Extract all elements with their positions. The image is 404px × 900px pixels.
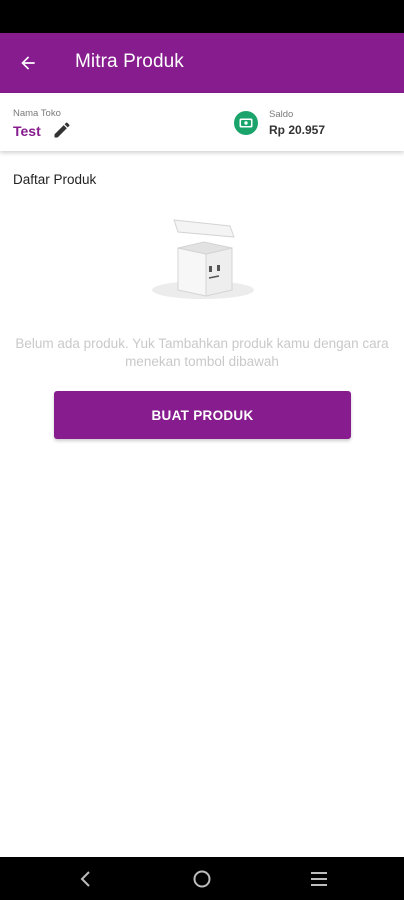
arrow-left-icon (21, 56, 35, 70)
wallet-icon (234, 111, 258, 135)
balance-value: Rp 20.957 (269, 123, 326, 137)
app-bar: Mitra Produk (0, 33, 404, 93)
empty-products-message: Belum ada produk. Yuk Tambahkan produk k… (15, 336, 389, 369)
store-name-value: Test (13, 123, 41, 139)
create-product-button[interactable]: BUAT PRODUK (54, 391, 351, 439)
page-title: Mitra Produk (75, 51, 184, 72)
store-name-label: Nama Toko (13, 108, 61, 119)
back-icon[interactable] (75, 868, 97, 890)
menu-icon[interactable] (308, 868, 330, 890)
edit-store-name-button[interactable] (52, 120, 72, 140)
pencil-icon (54, 122, 70, 138)
balance-label: Saldo (269, 109, 294, 120)
product-list-title: Daftar Produk (13, 172, 97, 187)
system-navigation-bar (0, 857, 404, 900)
empty-box-icon (152, 219, 254, 299)
status-bar (0, 0, 404, 33)
back-button[interactable] (14, 49, 42, 77)
store-info-card: Nama Toko Test (0, 93, 404, 151)
home-icon[interactable] (191, 868, 213, 890)
